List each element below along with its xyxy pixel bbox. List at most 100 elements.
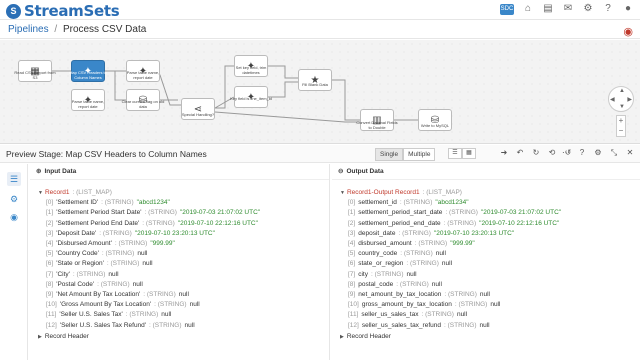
help-icon[interactable]: ? xyxy=(602,3,614,15)
output-record-header[interactable]: ▶ Record Header xyxy=(340,332,561,342)
field-row[interactable]: [9] 'Net Amount By Tax Location': (STRING… xyxy=(38,290,260,300)
field-row[interactable]: [12] 'Seller U.S. Sales Tax Refund': (STR… xyxy=(38,321,260,331)
pan-down-icon[interactable]: ▼ xyxy=(619,104,625,110)
reset-icon[interactable]: ⟲ xyxy=(546,147,558,159)
close-icon[interactable]: ✕ xyxy=(624,147,636,159)
breadcrumb-pipelines-link[interactable]: Pipelines xyxy=(8,24,49,35)
field-row[interactable]: [9] net_amount_by_tax_location: (STRING) n… xyxy=(340,290,561,300)
field-row[interactable]: [11] 'Seller U.S. Sales Tax': (STRING) nul… xyxy=(38,310,260,320)
preview-mode-toggle: Single Multiple xyxy=(375,148,436,161)
pan-right-icon[interactable]: ▶ xyxy=(627,96,632,103)
streamsets-logo[interactable]: S StreamSets xyxy=(6,2,120,20)
top-icons: SDC ⌂ ▤ ✉ ⚙ ? ● xyxy=(500,3,634,15)
field-row[interactable]: [6] state_or_region: (STRING) null xyxy=(340,259,561,269)
field-name: seller_us_sales_tax_refund xyxy=(361,321,441,329)
field-value: null xyxy=(184,321,195,329)
field-row[interactable]: [6] 'State or Region': (STRING) null xyxy=(38,259,260,269)
home-icon[interactable]: ⌂ xyxy=(522,3,534,15)
field-row[interactable]: [3] deposit_date: (STRING) "2019-07-10 23:… xyxy=(340,229,561,239)
input-data-panel: ⊕ Input Data ▼ Record1: (LIST_MAP) [0] 'Set… xyxy=(30,164,330,360)
pan-control[interactable]: ▲ ◀ ▶ ▼ xyxy=(608,86,634,112)
app-name: StreamSets xyxy=(24,2,120,20)
output-record-title[interactable]: ▼ Record1-Output Record1: (LIST_MAP) xyxy=(340,188,561,198)
pan-up-icon[interactable]: ▲ xyxy=(619,88,625,94)
field-value: null xyxy=(132,280,143,288)
field-row[interactable]: [2] 'Settlement Period End Date': (STRING… xyxy=(38,219,260,229)
output-fields: [0] settlement_id: (STRING) "abcd1234" [1] s… xyxy=(340,198,561,331)
field-row[interactable]: [2] settlement_period_end_date: (STRING) "… xyxy=(340,219,561,229)
pipeline-node-label-10: Write to MySQL xyxy=(420,123,450,128)
expand-arrow-icon[interactable]: ▼ xyxy=(340,190,345,196)
collapse-arrow-icon[interactable]: ▶ xyxy=(340,334,344,340)
field-row[interactable]: [5] 'Country Code': (STRING) null xyxy=(38,249,260,259)
eye-icon[interactable]: ◉ xyxy=(7,210,21,224)
output-record-name: Record1-Output Record1 xyxy=(346,189,420,196)
field-value: "2019-07-10 23:20:13 UTC" xyxy=(134,229,215,237)
field-row[interactable]: [8] postal_code: (STRING) null xyxy=(340,280,561,290)
field-row[interactable]: [1] settlement_period_start_date: (STRING… xyxy=(340,208,561,218)
field-type: : (STRING) xyxy=(443,219,477,227)
more-options-icon[interactable]: ⋯ xyxy=(560,147,572,159)
field-row[interactable]: [1] 'Settlement Period Start Date': (STRI… xyxy=(38,208,260,218)
field-row[interactable]: [4] 'Disbursed Amount': (STRING) "999.99" xyxy=(38,239,260,249)
output-data-panel: ⊖ Output Data ▼ Record1-Output Record1: (L… xyxy=(332,164,640,360)
refresh-icon[interactable]: ↻ xyxy=(530,147,542,159)
output-data-header: ⊖ Output Data xyxy=(332,164,640,180)
zoom-out-icon[interactable]: − xyxy=(617,126,625,136)
user-icon[interactable]: ● xyxy=(622,3,634,15)
field-row[interactable]: [11] seller_us_sales_tax: (STRING) null xyxy=(340,310,561,320)
field-type: : (STRING) xyxy=(72,270,106,278)
field-value: "999.99" xyxy=(450,240,475,248)
multiple-mode-button[interactable]: Multiple xyxy=(403,148,436,161)
settings-icon[interactable]: ⚙ xyxy=(582,3,594,15)
step-back-icon[interactable]: ↶ xyxy=(514,147,526,159)
field-index: [1] xyxy=(348,209,356,217)
field-type: : (STRING) xyxy=(97,280,130,288)
field-row[interactable]: [3] 'Deposit Date': (STRING) "2019-07-10 2… xyxy=(38,229,260,239)
field-row[interactable]: [4] disbursed_amount: (STRING) "999.99" xyxy=(340,239,561,249)
collapse-icon[interactable]: ⤡ xyxy=(608,147,620,159)
output-icon: ⊖ xyxy=(338,168,344,175)
sdc-badge[interactable]: SDC xyxy=(500,3,514,15)
field-index: [12] xyxy=(46,321,57,329)
field-index: [6] xyxy=(348,260,356,268)
table-view-icon[interactable]: ▦ xyxy=(462,148,476,159)
field-row[interactable]: [7] city: (STRING) null xyxy=(340,270,561,280)
list-view-icon[interactable]: ☰ xyxy=(448,148,462,159)
step-forward-icon[interactable]: ➜ xyxy=(498,147,510,159)
list-icon[interactable]: ☰ xyxy=(7,172,21,186)
pipeline-node-label-1: Map CSV Headers to Column Names xyxy=(69,70,107,80)
field-row[interactable]: [8] 'Postal Code': (STRING) null xyxy=(38,280,260,290)
field-name: 'Settlement Period End Date' xyxy=(56,219,140,227)
preview-sidebar: ☰ ⚙ ◉ xyxy=(0,164,28,360)
field-name: 'City' xyxy=(56,270,70,278)
field-row[interactable]: [5] country_code: (STRING) null xyxy=(340,249,561,259)
input-record-header[interactable]: ▶ Record Header xyxy=(38,332,260,342)
zoom-in-icon[interactable]: + xyxy=(617,116,625,126)
field-row[interactable]: [10] gross_amount_by_tax_location: (STRIN… xyxy=(340,300,561,310)
pan-left-icon[interactable]: ◀ xyxy=(610,96,615,103)
field-index: [7] xyxy=(348,270,356,278)
input-record-title[interactable]: ▼ Record1: (LIST_MAP) xyxy=(38,188,260,198)
gear-icon[interactable]: ⚙ xyxy=(7,192,21,206)
single-mode-button[interactable]: Single xyxy=(375,148,404,161)
field-index: [2] xyxy=(46,219,54,227)
settings-icon[interactable]: ⚙ xyxy=(592,147,604,159)
collapse-arrow-icon[interactable]: ▶ xyxy=(38,334,42,340)
field-name: state_or_region xyxy=(358,260,404,268)
preview-window-actions: ⋯ ? ⚙ ⤡ ✕ xyxy=(560,147,636,159)
pipeline-node-8[interactable]: ★ xyxy=(298,69,332,91)
pipeline-canvas[interactable]: ▦ Read CSV Report from S3 ✦ Map CSV Head… xyxy=(0,40,640,144)
field-row[interactable]: [12] seller_us_sales_tax_refund: (STRING)… xyxy=(340,321,561,331)
package-manager-icon[interactable]: ▤ xyxy=(542,3,554,15)
field-row[interactable]: [10] 'Gross Amount By Tax Location': (STR… xyxy=(38,300,260,310)
field-index: [5] xyxy=(46,250,54,258)
help-icon[interactable]: ? xyxy=(576,147,588,159)
field-row[interactable]: [0] 'Settlement ID': (STRING) "abcd1234" xyxy=(38,198,260,208)
field-row[interactable]: [7] 'City': (STRING) null xyxy=(38,270,260,280)
notifications-icon[interactable]: ✉ xyxy=(562,3,574,15)
field-name: 'Settlement Period Start Date' xyxy=(56,209,142,217)
field-row[interactable]: [0] settlement_id: (STRING) "abcd1234" xyxy=(340,198,561,208)
pipeline-node-label-0: Read CSV Report from S3 xyxy=(14,70,56,80)
expand-arrow-icon[interactable]: ▼ xyxy=(38,190,43,196)
